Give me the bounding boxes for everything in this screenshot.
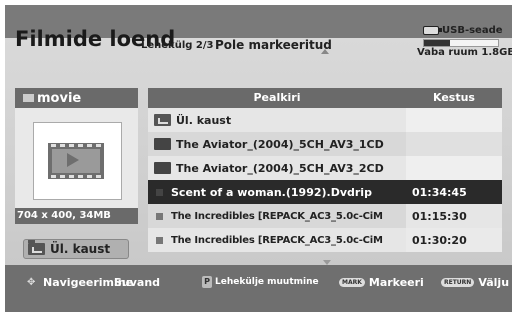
thumbnail-area xyxy=(15,108,138,208)
row-title: Ül. kaust xyxy=(176,113,232,127)
usb-usage-bar xyxy=(423,39,499,47)
table-header: Pealkiri Kestus xyxy=(148,88,502,108)
video-file-icon xyxy=(156,236,163,244)
option-label: Suvand xyxy=(114,276,161,289)
exit-label: Välju xyxy=(478,276,510,289)
play-icon xyxy=(67,153,79,167)
row-title: Scent of a woman.(1992).Dvdrip xyxy=(171,185,372,199)
usb-usage-fill xyxy=(424,40,450,46)
parent-folder-button-label: Ül. kaust xyxy=(50,242,111,256)
table-row-file[interactable]: The Incredibles [REPACK_AC3_5.0c-CiM 01:… xyxy=(148,204,502,228)
column-header-title: Pealkiri xyxy=(253,91,301,104)
file-table: Pealkiri Kestus Ül. kaust The Aviator_(2… xyxy=(148,88,502,254)
table-row-folder[interactable]: The Aviator_(2004)_5CH_AV3_1CD xyxy=(148,132,502,156)
page-indicator: Lehekülg 2/3 xyxy=(141,40,214,51)
row-duration xyxy=(406,108,502,132)
row-duration: 01:30:20 xyxy=(406,228,502,252)
preview-panel: movie 704 x 400, 34MB Ül. kaust xyxy=(15,88,138,261)
footer-bar: ✥ Navigeerimine Suvand P Lehekülje muutm… xyxy=(5,267,512,297)
p-button-icon: P xyxy=(202,276,212,288)
usb-device-label: USB-seade xyxy=(423,25,503,36)
footer-exit[interactable]: RETURN Välju xyxy=(441,276,509,289)
column-header-duration: Kestus xyxy=(433,91,475,104)
row-duration: 01:15:30 xyxy=(406,204,502,228)
usb-icon xyxy=(423,26,442,35)
scroll-down-icon[interactable] xyxy=(323,260,331,265)
row-title: The Incredibles [REPACK_AC3_5.0c-CiM xyxy=(171,210,383,222)
preview-info: 704 x 400, 34MB xyxy=(15,208,138,224)
navigate-arrows-icon: ✥ xyxy=(27,276,36,288)
mark-label: Markeeri xyxy=(368,276,424,289)
return-key-icon: RETURN xyxy=(441,278,475,287)
table-row-parent[interactable]: Ül. kaust xyxy=(148,108,502,132)
row-title: The Aviator_(2004)_5CH_AV3_1CD xyxy=(176,137,384,151)
table-row-selected[interactable]: Scent of a woman.(1992).Dvdrip 01:34:45 xyxy=(148,180,502,204)
current-folder-name: movie xyxy=(37,90,82,106)
parent-folder-icon xyxy=(28,240,45,255)
video-file-icon xyxy=(156,212,163,220)
folder-icon xyxy=(154,161,171,174)
row-title: The Incredibles [REPACK_AC3_5.0c-CiM xyxy=(171,234,383,246)
folder-icon xyxy=(23,94,34,102)
video-thumbnail xyxy=(33,122,122,200)
footer-page-change: P Lehekülje muutmine xyxy=(202,276,319,288)
row-duration xyxy=(406,132,502,156)
parent-folder-button[interactable]: Ül. kaust xyxy=(23,239,129,259)
folder-icon xyxy=(154,137,171,150)
row-title: The Aviator_(2004)_5CH_AV3_2CD xyxy=(176,161,384,175)
video-file-icon xyxy=(156,188,163,196)
footer-mark[interactable]: MARK Markeeri xyxy=(339,276,424,289)
row-duration: 01:34:45 xyxy=(406,180,502,204)
mark-status: Pole markeeritud xyxy=(215,38,332,52)
usb-device-text: USB-seade xyxy=(442,25,503,36)
video-file-icon xyxy=(48,143,104,179)
row-duration xyxy=(406,156,502,180)
current-folder-header: movie xyxy=(15,88,138,108)
footer-option[interactable]: Suvand xyxy=(114,276,160,289)
table-row-file[interactable]: The Incredibles [REPACK_AC3_5.0c-CiM 01:… xyxy=(148,228,502,252)
parent-folder-icon xyxy=(154,113,171,126)
table-row-folder[interactable]: The Aviator_(2004)_5CH_AV3_2CD xyxy=(148,156,502,180)
free-space: Vaba ruum 1.8GB xyxy=(417,47,512,58)
mark-key-icon: MARK xyxy=(339,278,365,287)
screen-frame: Filmide loend Lehekülg 2/3 Pole markeeri… xyxy=(5,5,512,312)
page-change-label: Lehekülje muutmine xyxy=(215,277,319,287)
scroll-up-icon[interactable] xyxy=(321,49,329,54)
